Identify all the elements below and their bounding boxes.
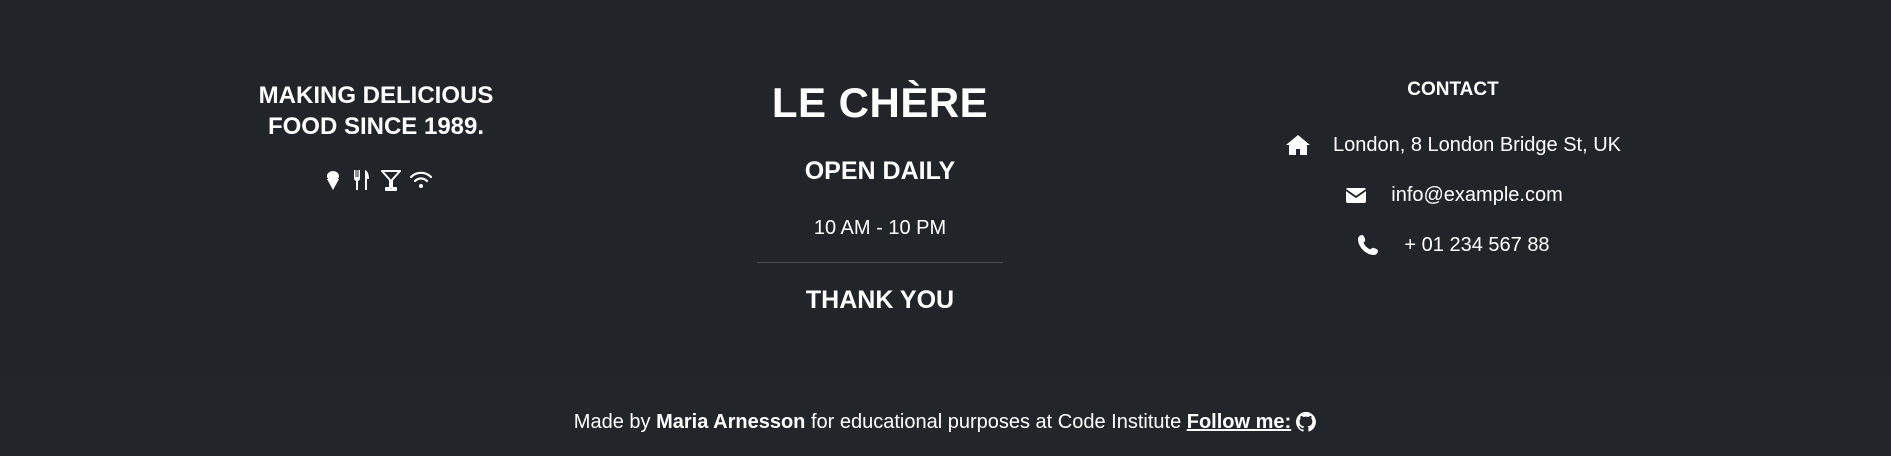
contact-column: CONTACT London, 8 London Bridge St, UK i… [1233,78,1673,258]
phone-text[interactable]: + 01 234 567 88 [1404,234,1549,257]
divider [757,262,1003,263]
github-icon[interactable] [1295,411,1317,433]
copyright-bar: Made by Maria Arnesson for educational p… [0,378,1891,456]
tagline-line-2: FOOD SINCE 1989. [267,113,485,140]
thank-you-heading: THANK YOU [805,286,955,314]
address-text: London, 8 London Bridge St, UK [1333,133,1621,156]
contact-phone: + 01 234 567 88 [1233,232,1673,258]
utensils-icon [350,168,374,192]
contact-email: info@example.com [1233,182,1673,208]
phone-icon [1356,233,1382,257]
home-icon [1285,133,1311,157]
brand-name: LE CHÈRE [771,79,989,126]
cocktail-icon [379,168,403,192]
ice-cream-icon [321,168,345,192]
email-link[interactable]: info@example.com [1391,184,1562,207]
credit-line: Made by Maria Arnesson for educational p… [0,378,1891,434]
contact-heading: CONTACT [1407,79,1499,100]
footer-main: MAKING DELICIOUS FOOD SINCE 1989. LE CHÈ… [0,0,1891,378]
open-daily-heading: OPEN DAILY [804,157,956,185]
tagline-column: MAKING DELICIOUS FOOD SINCE 1989. [176,80,576,192]
opening-hours: 10 AM - 10 PM [813,217,947,239]
tagline-line-1: MAKING DELICIOUS [258,82,494,109]
brand-column: LE CHÈRE OPEN DAILY 10 AM - 10 PM THANK … [660,78,1100,315]
follow-link[interactable]: Follow me: [1187,410,1291,434]
made-by-text: Made by [573,411,651,433]
author-name: Maria Arnesson [656,411,806,433]
wifi-icon [408,168,432,192]
tagline: MAKING DELICIOUS FOOD SINCE 1989. [176,80,576,142]
envelope-icon [1343,183,1369,207]
contact-address: London, 8 London Bridge St, UK [1233,132,1673,158]
purpose-text: for educational purposes at Code Institu… [810,411,1182,433]
amenity-icons [176,168,576,192]
